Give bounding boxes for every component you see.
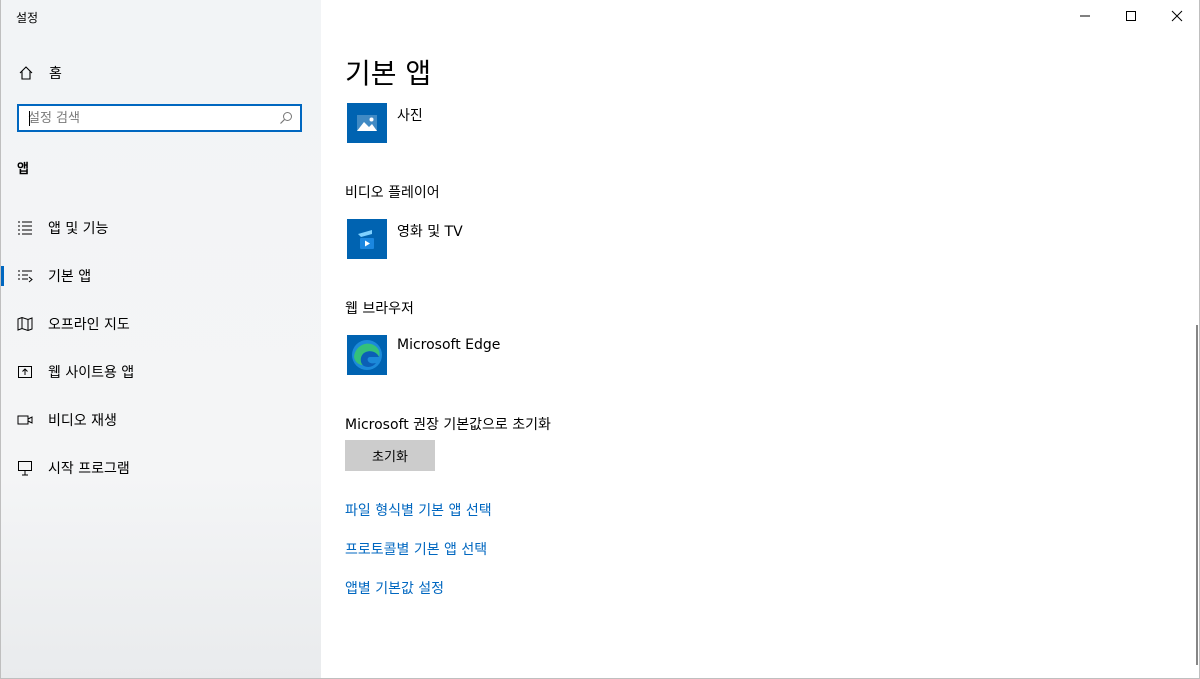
settings-window: 설정 홈 앱 앱 및 기능 — [0, 0, 1200, 679]
scrollbar[interactable] — [1196, 325, 1198, 665]
choose-defaults-by-protocol-link[interactable]: 프로토콜별 기본 앱 선택 — [345, 539, 487, 559]
default-apps-icon — [16, 267, 34, 285]
section-header: 앱 — [17, 162, 29, 177]
web-browser-selector[interactable]: Microsoft Edge — [347, 335, 500, 375]
edge-app-icon — [347, 335, 387, 375]
sidebar-item-offline-maps[interactable]: 오프라인 지도 — [0, 300, 321, 348]
photo-viewer-selector[interactable]: 사진 — [347, 103, 423, 143]
window-title: 설정 — [16, 11, 39, 25]
movies-tv-app-icon — [347, 219, 387, 259]
video-player-selector[interactable]: 영화 및 TV — [347, 219, 463, 259]
home-nav-item[interactable]: 홈 — [17, 62, 62, 84]
page-title: 기본 앱 — [345, 57, 432, 90]
web-browser-category: 웹 브라우저 — [345, 301, 414, 317]
reset-label: Microsoft 권장 기본값으로 초기화 — [345, 417, 551, 433]
search-input[interactable] — [19, 105, 278, 131]
main-content: 기본 앱 사진 비디오 플레이어 영화 및 TV 웹 브라우저 Microsof… — [345, 0, 1165, 679]
sidebar-item-label: 시작 프로그램 — [48, 461, 130, 477]
startup-icon — [16, 459, 34, 477]
text-caret — [29, 111, 30, 126]
sidebar-item-startup[interactable]: 시작 프로그램 — [0, 444, 321, 492]
sidebar-item-label: 웹 사이트용 앱 — [48, 365, 135, 381]
open-in-app-icon — [16, 363, 34, 381]
photo-app-name: 사진 — [397, 108, 423, 124]
reset-button[interactable]: 초기화 — [345, 440, 435, 471]
sidebar-nav: 앱 및 기능 기본 앱 오프라인 지도 웹 사이트용 앱 비디오 재생 시작 프… — [0, 204, 321, 492]
photos-app-icon — [347, 103, 387, 143]
sidebar-item-video-playback[interactable]: 비디오 재생 — [0, 396, 321, 444]
search-icon[interactable] — [278, 110, 294, 126]
sidebar-item-label: 오프라인 지도 — [48, 317, 130, 333]
sidebar-item-apps-features[interactable]: 앱 및 기능 — [0, 204, 321, 252]
sidebar-item-default-apps[interactable]: 기본 앱 — [0, 252, 321, 300]
video-player-category: 비디오 플레이어 — [345, 185, 440, 201]
home-label: 홈 — [49, 66, 62, 82]
sidebar-item-apps-for-websites[interactable]: 웹 사이트용 앱 — [0, 348, 321, 396]
sidebar-item-label: 앱 및 기능 — [48, 221, 109, 237]
list-icon — [16, 219, 34, 237]
set-defaults-by-app-link[interactable]: 앱별 기본값 설정 — [345, 578, 444, 598]
video-player-app-name: 영화 및 TV — [397, 224, 463, 240]
sidebar-item-label: 비디오 재생 — [48, 413, 117, 429]
map-icon — [16, 315, 34, 333]
close-icon — [1171, 10, 1183, 22]
search-box[interactable] — [17, 104, 302, 132]
video-icon — [16, 411, 34, 429]
choose-defaults-by-file-type-link[interactable]: 파일 형식별 기본 앱 선택 — [345, 500, 492, 520]
home-icon — [17, 64, 35, 82]
sidebar: 설정 홈 앱 앱 및 기능 — [0, 0, 321, 679]
sidebar-item-label: 기본 앱 — [48, 269, 92, 285]
web-browser-app-name: Microsoft Edge — [397, 337, 501, 353]
